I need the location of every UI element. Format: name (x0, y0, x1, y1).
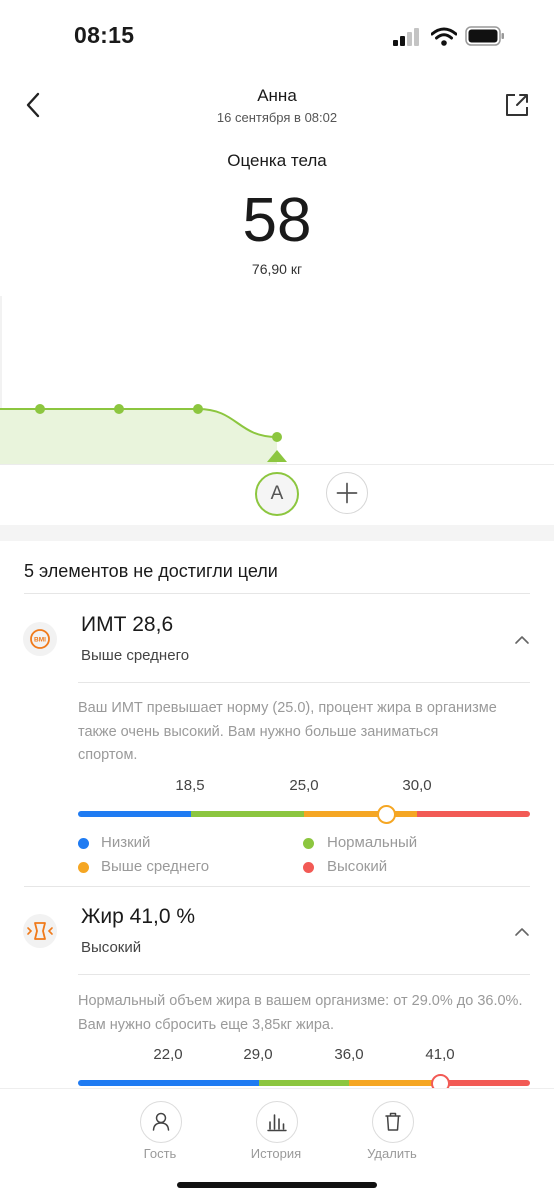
metric-description: Ваш ИМТ превышает норму (25.0), процент … (78, 700, 497, 763)
profile-avatar-active[interactable]: A (255, 472, 299, 516)
trend-data-point[interactable] (35, 404, 45, 414)
trend-data-point[interactable] (272, 432, 282, 442)
goals-summary-title: 5 элементов не достигли цели (24, 561, 278, 581)
legend-label: Нормальный (327, 834, 418, 851)
scale-tick-label: 29,0 (243, 1046, 273, 1063)
chevron-up-icon[interactable] (514, 926, 530, 938)
cellular-signal-icon (393, 28, 419, 46)
bmi-icon: BMI (23, 622, 57, 656)
range-low (78, 1080, 259, 1086)
add-profile-button[interactable] (326, 472, 368, 514)
battery-icon (465, 26, 504, 46)
metric-status: Высокий (81, 939, 142, 956)
bmi-value-marker (377, 805, 396, 824)
scale-tick-label: 18,5 (175, 777, 205, 794)
weight-value: 76,90 кг (251, 261, 303, 277)
body-fat-range-bar (78, 1080, 530, 1086)
range-high (440, 1080, 530, 1086)
home-indicator (177, 1182, 377, 1188)
divider (78, 974, 530, 975)
delete-button[interactable] (372, 1101, 414, 1143)
trash-icon (385, 1112, 401, 1131)
trend-data-point[interactable] (114, 404, 124, 414)
metric-description: Нормальный объем жира в вашем организме:… (78, 993, 523, 1033)
legend-label: Выше среднего (101, 858, 210, 875)
divider (78, 682, 530, 683)
share-icon[interactable] (504, 92, 530, 118)
body-fat-icon (23, 914, 57, 948)
trend-data-point[interactable] (193, 404, 203, 414)
legend-dot-above-average (78, 862, 89, 873)
legend-label: Высокий (327, 858, 388, 875)
measurement-date: 16 сентября в 08:02 (216, 110, 338, 125)
bmi-range-bar (78, 811, 530, 817)
svg-text:BMI: BMI (34, 637, 46, 644)
bar-chart-icon (267, 1114, 287, 1132)
range-low (78, 811, 191, 817)
wifi-icon (431, 27, 457, 46)
range-above-average (304, 811, 417, 817)
scale-tick-label: 30,0 (402, 777, 432, 794)
range-above-average (349, 1080, 440, 1086)
legend-dot-normal (303, 838, 314, 849)
nav-label: Удалить (367, 1146, 417, 1161)
person-icon (152, 1112, 170, 1131)
range-high (417, 811, 530, 817)
metric-status: Выше среднего (81, 647, 190, 664)
history-button[interactable] (256, 1101, 298, 1143)
scale-tick-label: 25,0 (289, 777, 319, 794)
metric-header-bmi[interactable] (0, 594, 554, 686)
nav-label: Гость (143, 1146, 177, 1161)
guest-button[interactable] (140, 1101, 182, 1143)
metric-name: ИМТ 28,6 (81, 613, 174, 636)
user-name: Анна (257, 86, 297, 105)
legend-dot-low (78, 838, 89, 849)
section-separator (0, 525, 554, 541)
metric-header-body-fat[interactable] (0, 887, 554, 975)
score-trend-chart[interactable] (0, 296, 554, 464)
nav-label: История (250, 1146, 302, 1161)
body-score-value: 58 (242, 186, 312, 255)
chevron-up-icon[interactable] (514, 634, 530, 646)
legend-label: Низкий (101, 834, 151, 851)
range-normal (191, 811, 304, 817)
scale-tick-label: 22,0 (153, 1046, 183, 1063)
range-normal (259, 1080, 349, 1086)
score-title: Оценка тела (227, 151, 327, 170)
status-time: 08:15 (74, 22, 135, 48)
legend-dot-high (303, 862, 314, 873)
scale-tick-label: 41,0 (425, 1046, 455, 1063)
scale-tick-label: 36,0 (334, 1046, 364, 1063)
metric-name: Жир 41,0 % (81, 905, 196, 928)
trend-area (0, 409, 277, 464)
